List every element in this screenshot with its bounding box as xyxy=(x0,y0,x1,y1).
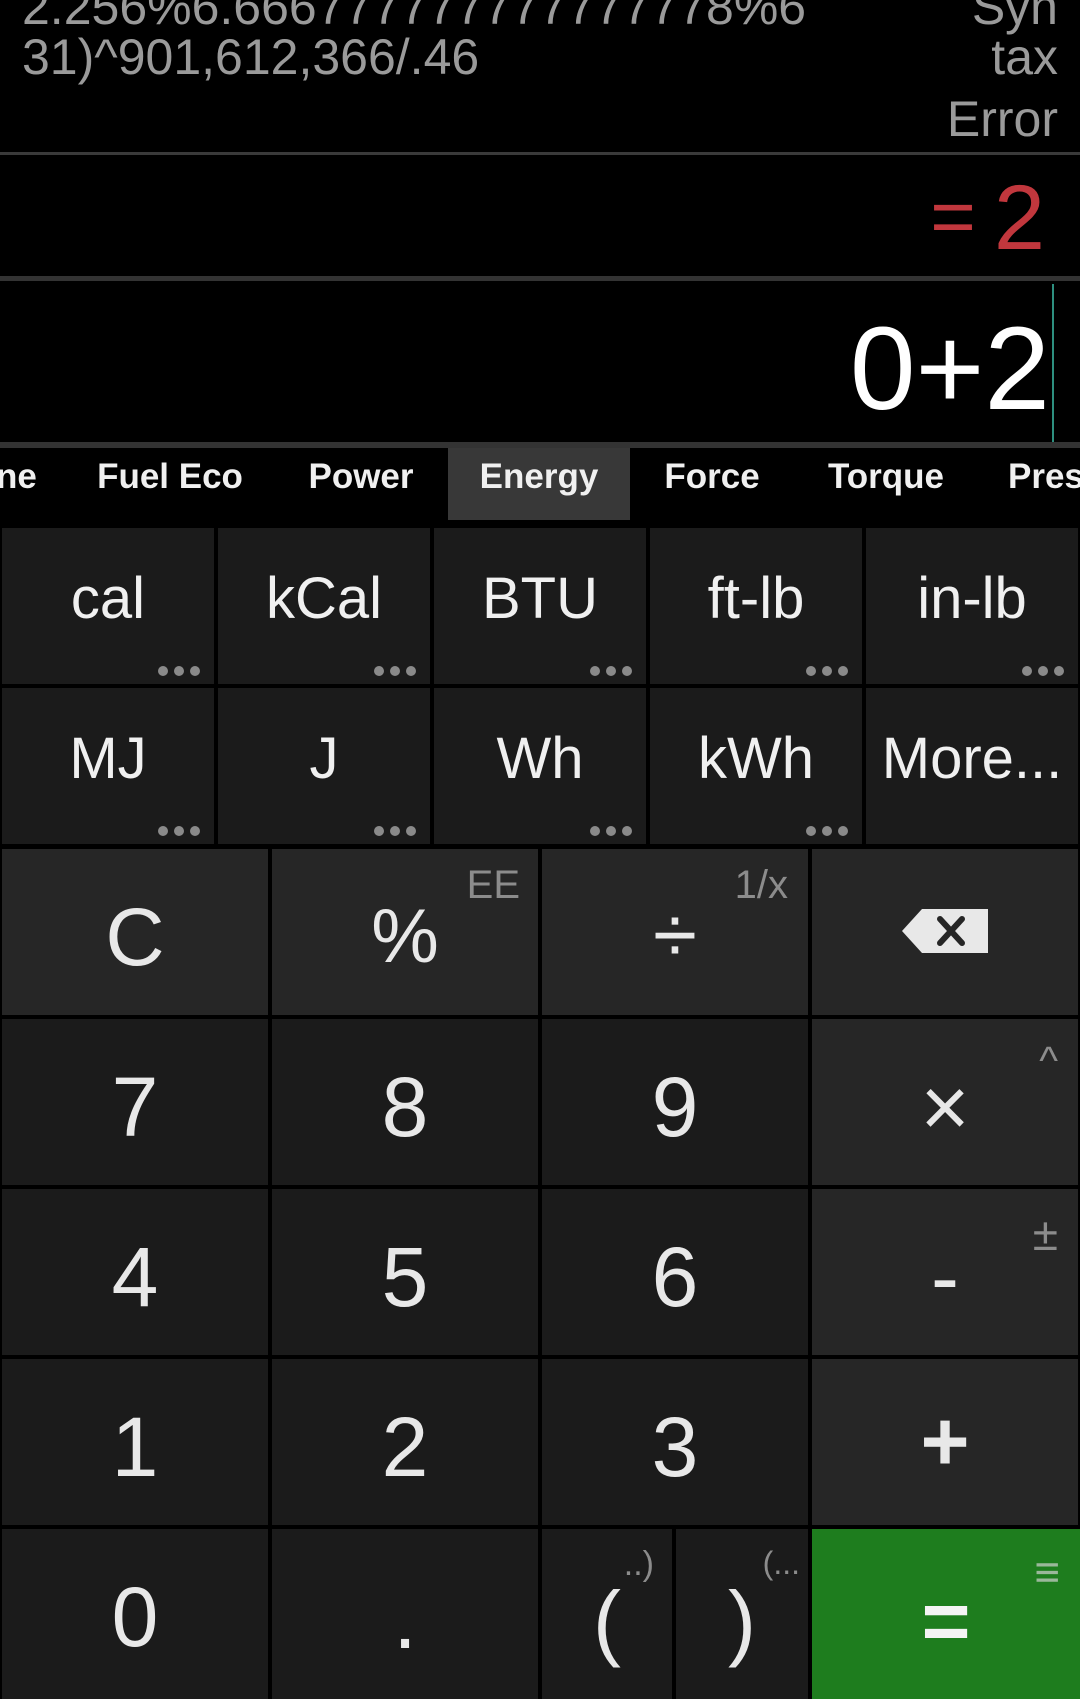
unit-label: More... xyxy=(881,726,1063,791)
digit-3-button[interactable]: 3 xyxy=(542,1359,808,1525)
backspace-icon xyxy=(902,909,988,953)
key-label: 3 xyxy=(651,1400,699,1494)
history-error-line2: tax xyxy=(991,29,1058,85)
digit-6-button[interactable]: 6 xyxy=(542,1189,808,1355)
key-label: ( xyxy=(593,1574,621,1668)
menu-icon: ≡ xyxy=(1034,1548,1060,1597)
key-label: ) xyxy=(728,1574,756,1668)
key-alt-label: ^ xyxy=(1039,1039,1058,1083)
plus-button[interactable]: + xyxy=(812,1359,1078,1525)
key-label: 0 xyxy=(111,1570,159,1664)
unit-wh-button[interactable]: Wh xyxy=(434,688,646,844)
digit-9-button[interactable]: 9 xyxy=(542,1019,808,1185)
key-label: % xyxy=(371,894,439,979)
tab-pressure[interactable]: Pres xyxy=(1008,448,1080,520)
unit-more-button[interactable]: More... xyxy=(866,688,1078,844)
unit-label: kWh xyxy=(698,726,814,791)
key-alt-label: ..) xyxy=(623,1545,654,1583)
tab-fuel-economy[interactable]: Fuel Eco xyxy=(80,448,260,520)
expression-input[interactable]: 0+2 xyxy=(850,310,1050,428)
divider xyxy=(0,152,1080,155)
unit-label: cal xyxy=(70,566,146,631)
tab-torque[interactable]: Torque xyxy=(812,448,960,520)
result-equals-sign: = xyxy=(930,172,976,260)
unit-label: in-lb xyxy=(917,566,1027,631)
decimal-point-button[interactable]: . xyxy=(272,1529,538,1699)
key-label: C xyxy=(105,892,165,983)
key-alt-label: EE xyxy=(466,863,520,907)
more-options-icon xyxy=(590,666,632,676)
more-options-icon xyxy=(158,826,200,836)
tab-force[interactable]: Force xyxy=(648,448,776,520)
history-expression-line2: 31)^901,612,366/.46 xyxy=(22,29,480,85)
key-label: 7 xyxy=(111,1060,159,1154)
history-error-line3: Error xyxy=(946,91,1058,147)
unit-label: kCal xyxy=(265,566,383,631)
key-label: ÷ xyxy=(653,890,697,979)
percent-button[interactable]: % EE xyxy=(272,849,538,1015)
close-paren-button[interactable]: ) (... xyxy=(676,1529,808,1699)
more-options-icon xyxy=(1022,666,1064,676)
more-options-icon xyxy=(806,666,848,676)
history-expression-line1: 2.256%6.666777777777777778%6 xyxy=(22,0,807,35)
tab-energy[interactable]: Energy xyxy=(448,448,630,520)
digit-8-button[interactable]: 8 xyxy=(272,1019,538,1185)
digit-2-button[interactable]: 2 xyxy=(272,1359,538,1525)
unit-label: MJ xyxy=(69,726,147,791)
unit-kcal-button[interactable]: kCal xyxy=(218,528,430,684)
key-label: 2 xyxy=(381,1400,429,1494)
unit-label: BTU xyxy=(482,566,598,631)
more-options-icon xyxy=(158,666,200,676)
key-label: 1 xyxy=(111,1400,159,1494)
unit-kwh-button[interactable]: kWh xyxy=(650,688,862,844)
more-options-icon xyxy=(374,826,416,836)
digit-1-button[interactable]: 1 xyxy=(2,1359,268,1525)
multiply-button[interactable]: × ^ xyxy=(812,1019,1078,1185)
unit-cal-button[interactable]: cal xyxy=(2,528,214,684)
key-label: 5 xyxy=(381,1230,429,1324)
more-options-icon xyxy=(806,826,848,836)
key-alt-label: 1/x xyxy=(734,863,788,907)
result-display: = 2 xyxy=(930,172,1045,264)
unit-ft-lb-button[interactable]: ft-lb xyxy=(650,528,862,684)
text-caret xyxy=(1052,284,1054,442)
unit-label: ft-lb xyxy=(707,566,805,631)
key-alt-label: (... xyxy=(762,1545,800,1581)
key-alt-label: ± xyxy=(1032,1208,1058,1260)
open-paren-button[interactable]: ( ..) xyxy=(542,1529,672,1699)
key-label: 8 xyxy=(381,1060,429,1154)
digit-5-button[interactable]: 5 xyxy=(272,1189,538,1355)
equals-button[interactable]: = ≡ xyxy=(812,1529,1080,1699)
clear-button[interactable]: C xyxy=(2,849,268,1015)
tab-power[interactable]: Power xyxy=(290,448,432,520)
more-options-icon xyxy=(590,826,632,836)
history-error-line1: Syn xyxy=(971,0,1058,35)
digit-0-button[interactable]: 0 xyxy=(2,1529,268,1699)
key-label: + xyxy=(920,1394,970,1488)
key-label: 6 xyxy=(651,1230,699,1324)
unit-mj-button[interactable]: MJ xyxy=(2,688,214,844)
unit-category-tabs: ne Fuel Eco Power Energy Force Torque Pr… xyxy=(0,448,1080,520)
unit-btu-button[interactable]: BTU xyxy=(434,528,646,684)
history-panel[interactable]: 2.256%6.666777777777777778%6 31)^901,612… xyxy=(0,0,1080,152)
backspace-button[interactable] xyxy=(812,849,1078,1015)
key-label: . xyxy=(393,1572,417,1666)
unit-j-button[interactable]: J xyxy=(218,688,430,844)
digit-7-button[interactable]: 7 xyxy=(2,1019,268,1185)
digit-4-button[interactable]: 4 xyxy=(2,1189,268,1355)
unit-label: J xyxy=(309,726,339,791)
key-label: 9 xyxy=(651,1060,699,1154)
divider xyxy=(0,276,1080,281)
unit-label: Wh xyxy=(496,726,584,791)
unit-in-lb-button[interactable]: in-lb xyxy=(866,528,1078,684)
key-label: × xyxy=(920,1060,970,1154)
key-label: 4 xyxy=(111,1230,159,1324)
result-value: 2 xyxy=(993,167,1045,269)
tab-time[interactable]: ne xyxy=(0,448,37,520)
minus-button[interactable]: - ± xyxy=(812,1189,1078,1355)
divide-button[interactable]: ÷ 1/x xyxy=(542,849,808,1015)
more-options-icon xyxy=(374,666,416,676)
